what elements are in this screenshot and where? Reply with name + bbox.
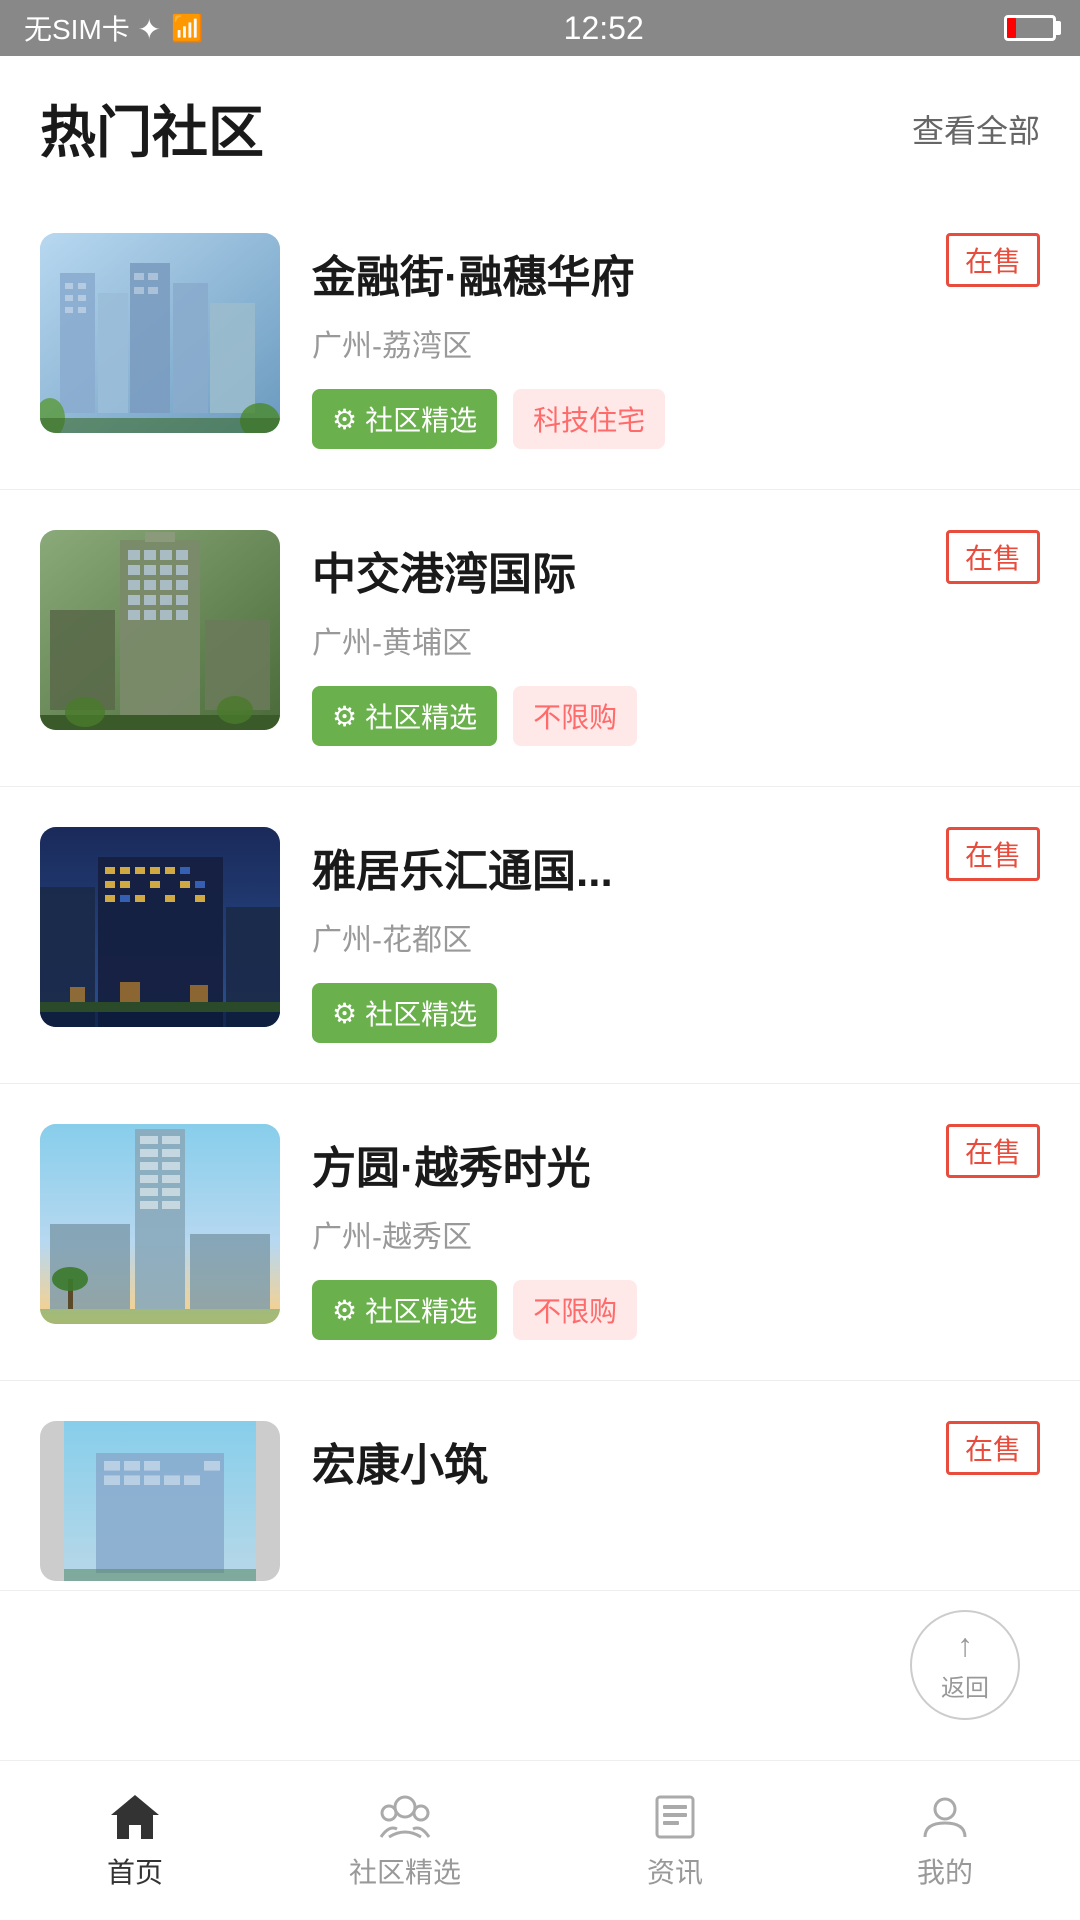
tag-featured: ⚙社区精选 <box>312 983 497 1043</box>
status-badge: 在售 <box>946 530 1040 584</box>
property-item[interactable]: 方圆·越秀时光 广州-越秀区 ⚙社区精选 不限购 在售 <box>0 1084 1080 1381</box>
property-image <box>40 1421 280 1581</box>
gear-icon: ⚙ <box>332 1294 357 1327</box>
property-image <box>40 827 280 1027</box>
property-tags: ⚙社区精选 不限购 <box>312 686 1040 746</box>
view-all-button[interactable]: 查看全部 <box>912 106 1040 152</box>
property-image <box>40 530 280 730</box>
profile-icon <box>919 1791 971 1843</box>
nav-item-news[interactable]: 资讯 <box>540 1791 810 1891</box>
page-header: 热门社区 查看全部 <box>0 56 1080 193</box>
status-badge: 在售 <box>946 1124 1040 1178</box>
back-to-top-label: 返回 <box>941 1668 989 1703</box>
property-item[interactable]: 金融街·融穗华府 广州-荔湾区 ⚙社区精选 科技住宅 在售 <box>0 193 1080 490</box>
page-title: 热门社区 <box>40 88 264 169</box>
status-bar: 无SIM卡 ✦ 📶 12:52 <box>0 0 1080 56</box>
tag-tech: 科技住宅 <box>513 389 665 449</box>
nav-label-community: 社区精选 <box>349 1851 461 1891</box>
news-icon <box>649 1791 701 1843</box>
property-list: 金融街·融穗华府 广州-荔湾区 ⚙社区精选 科技住宅 在售 <box>0 193 1080 1771</box>
wifi-icon: 📶 <box>171 13 203 44</box>
nav-label-home: 首页 <box>107 1851 163 1891</box>
property-tags: ⚙社区精选 科技住宅 <box>312 389 1040 449</box>
nav-item-home[interactable]: 首页 <box>0 1791 270 1891</box>
status-badge: 在售 <box>946 1421 1040 1475</box>
gear-icon: ⚙ <box>332 403 357 436</box>
property-info: 宏康小筑 <box>312 1421 1040 1509</box>
status-badge: 在售 <box>946 827 1040 881</box>
property-tags: ⚙社区精选 不限购 <box>312 1280 1040 1340</box>
tag-nolimit: 不限购 <box>513 1280 637 1340</box>
property-item[interactable]: 宏康小筑 在售 <box>0 1381 1080 1591</box>
status-badge: 在售 <box>946 233 1040 287</box>
property-name: 金融街·融穗华府 <box>312 241 1040 305</box>
property-name: 中交港湾国际 <box>312 538 1040 602</box>
property-location: 广州-花都区 <box>312 915 1040 959</box>
property-location: 广州-荔湾区 <box>312 321 1040 365</box>
gear-icon: ⚙ <box>332 997 357 1030</box>
status-left: 无SIM卡 ✦ 📶 <box>24 8 203 48</box>
property-name: 宏康小筑 <box>312 1429 1040 1493</box>
carrier-text: 无SIM卡 ✦ <box>24 8 161 48</box>
property-info: 中交港湾国际 广州-黄埔区 ⚙社区精选 不限购 <box>312 530 1040 746</box>
battery-icon <box>1004 15 1056 41</box>
property-image <box>40 1124 280 1324</box>
property-location: 广州-黄埔区 <box>312 618 1040 662</box>
tag-nolimit: 不限购 <box>513 686 637 746</box>
arrow-up-icon: ↑ <box>957 1627 973 1664</box>
property-item[interactable]: 雅居乐汇通国... 广州-花都区 ⚙社区精选 在售 <box>0 787 1080 1084</box>
battery-fill <box>1007 18 1016 38</box>
property-tags: ⚙社区精选 <box>312 983 1040 1043</box>
home-icon <box>109 1791 161 1843</box>
back-to-top-button[interactable]: ↑ 返回 <box>910 1610 1020 1720</box>
property-image <box>40 233 280 433</box>
status-time: 12:52 <box>564 10 644 47</box>
tag-featured: ⚙社区精选 <box>312 1280 497 1340</box>
property-info: 雅居乐汇通国... 广州-花都区 ⚙社区精选 <box>312 827 1040 1043</box>
tag-featured: ⚙社区精选 <box>312 389 497 449</box>
nav-item-profile[interactable]: 我的 <box>810 1791 1080 1891</box>
gear-icon: ⚙ <box>332 700 357 733</box>
nav-item-community[interactable]: 社区精选 <box>270 1791 540 1891</box>
property-name: 方圆·越秀时光 <box>312 1132 1040 1196</box>
property-name: 雅居乐汇通国... <box>312 835 1040 899</box>
nav-label-profile: 我的 <box>917 1851 973 1891</box>
property-info: 方圆·越秀时光 广州-越秀区 ⚙社区精选 不限购 <box>312 1124 1040 1340</box>
property-location: 广州-越秀区 <box>312 1212 1040 1256</box>
nav-label-news: 资讯 <box>647 1851 703 1891</box>
tag-featured: ⚙社区精选 <box>312 686 497 746</box>
property-item[interactable]: 中交港湾国际 广州-黄埔区 ⚙社区精选 不限购 在售 <box>0 490 1080 787</box>
community-icon <box>379 1791 431 1843</box>
property-info: 金融街·融穗华府 广州-荔湾区 ⚙社区精选 科技住宅 <box>312 233 1040 449</box>
bottom-nav: 首页 社区精选 资讯 <box>0 1760 1080 1920</box>
